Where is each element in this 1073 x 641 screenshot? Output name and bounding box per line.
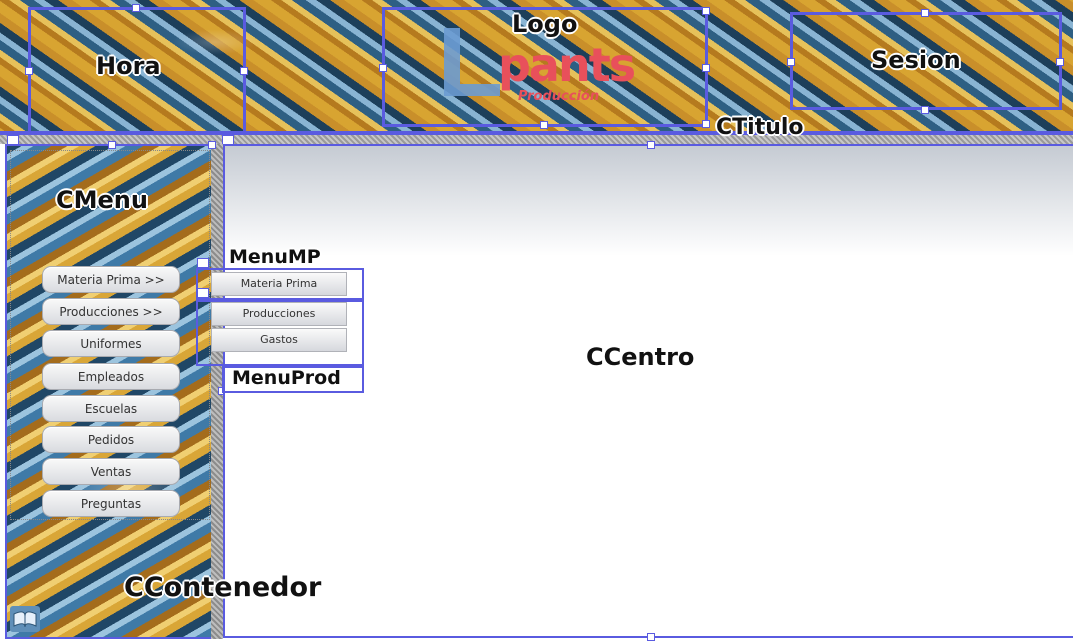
- resize-handle[interactable]: [787, 58, 795, 66]
- sesion-label: Sesion: [871, 46, 961, 74]
- resize-handle[interactable]: [702, 120, 710, 128]
- menu-pedidos-button[interactable]: Pedidos: [42, 426, 180, 453]
- menu-empleados-button[interactable]: Empleados: [42, 363, 180, 390]
- resize-handle[interactable]: [921, 9, 929, 17]
- resize-handle[interactable]: [240, 67, 248, 75]
- ccentro-top-fade: [225, 146, 1073, 256]
- menump-anchor-icon: [197, 258, 209, 268]
- submenu-producciones-button[interactable]: Producciones: [211, 302, 347, 326]
- menuprod-label: MenuProd: [232, 367, 341, 389]
- ccontenedor-label: CContenedor: [124, 572, 322, 603]
- resize-handle[interactable]: [1056, 58, 1064, 66]
- logo-text: pants: [498, 38, 636, 92]
- resize-handle[interactable]: [647, 141, 655, 149]
- header-hatch-divider: [0, 135, 1073, 144]
- resize-handle[interactable]: [208, 141, 216, 149]
- resize-handle[interactable]: [647, 633, 655, 641]
- resize-handle[interactable]: [132, 4, 140, 12]
- resize-handle[interactable]: [108, 141, 116, 149]
- resize-handle[interactable]: [702, 64, 710, 72]
- resize-handle[interactable]: [379, 64, 387, 72]
- menu-escuelas-button[interactable]: Escuelas: [42, 395, 180, 422]
- menu-materia-prima-button[interactable]: Materia Prima >>: [42, 266, 180, 293]
- book-icon[interactable]: [10, 606, 40, 632]
- menu-preguntas-button[interactable]: Preguntas: [42, 490, 180, 517]
- logo-subtitle: Producción: [518, 89, 600, 104]
- menu-ventas-button[interactable]: Ventas: [42, 458, 180, 485]
- ctitulo-label: CTitulo: [716, 115, 804, 140]
- submenu-materia-prima-button[interactable]: Materia Prima: [211, 272, 347, 296]
- ccentro-label: CCentro: [586, 343, 695, 371]
- menump-label: MenuMP: [229, 246, 321, 268]
- menu-producciones-button[interactable]: Producciones >>: [42, 298, 180, 325]
- menuprod-anchor-icon: [197, 288, 209, 298]
- hora-label: Hora: [96, 52, 161, 80]
- resize-handle[interactable]: [702, 7, 710, 15]
- resize-handle[interactable]: [25, 67, 33, 75]
- cmenu-label: CMenu: [56, 186, 148, 214]
- resize-handle[interactable]: [540, 121, 548, 129]
- submenu-gastos-button[interactable]: Gastos: [211, 328, 347, 352]
- resize-handle[interactable]: [921, 106, 929, 114]
- menu-uniformes-button[interactable]: Uniformes: [42, 330, 180, 357]
